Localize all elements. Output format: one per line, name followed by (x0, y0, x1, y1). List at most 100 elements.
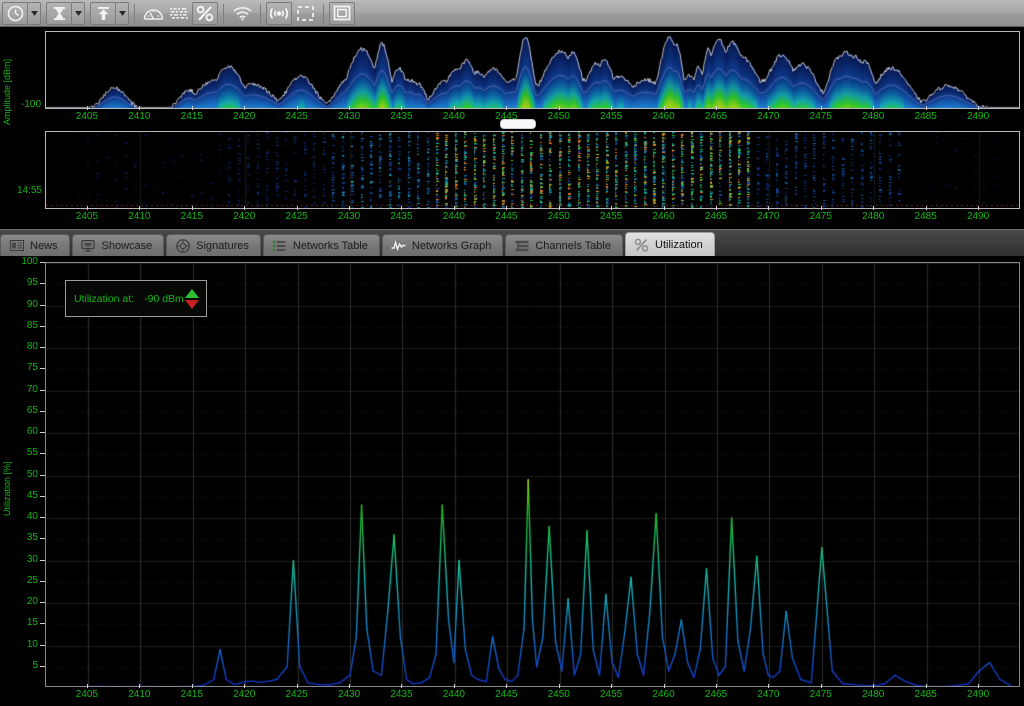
x-tick-label: 2465 (704, 689, 728, 700)
x-tick-label: 2425 (285, 689, 308, 700)
tab-label: Channels Table (535, 239, 611, 252)
y-tick-label: 50 (26, 468, 38, 480)
x-tick-label: 2410 (128, 689, 151, 700)
y-tick-mark (40, 325, 45, 327)
window-icon-button[interactable] (329, 1, 355, 25)
percent-icon-button[interactable] (192, 1, 218, 25)
chevron-down-icon (30, 10, 38, 16)
x-tick-label: 2435 (390, 689, 413, 700)
y-tick-label: 80 (26, 341, 38, 352)
x-tick-mark (611, 684, 613, 688)
toolbar-separator (223, 3, 224, 23)
x-tick-mark (611, 106, 613, 110)
utilization-legend-label: Utilization at: (74, 292, 135, 305)
x-tick-mark (873, 206, 875, 210)
x-tick-mark (453, 684, 455, 688)
hourglass-icon (53, 6, 65, 20)
y-tick-mark (40, 623, 45, 625)
x-tick-mark (925, 206, 927, 210)
x-tick-label: 2455 (600, 111, 623, 122)
utilization-panel: Utilization [%] 5 10 15 20 25 30 35 40 45 50 55 60 6… (0, 256, 1024, 706)
x-tick-label: 2430 (337, 111, 361, 122)
x-tick-mark (401, 206, 403, 210)
y-tick-mark (40, 602, 45, 603)
x-tick-label: 2480 (862, 111, 885, 122)
x-tick-mark (663, 206, 665, 210)
x-tick-label: 2475 (809, 111, 832, 122)
y-tick-mark (40, 665, 45, 667)
y-tick-label: 100 (21, 256, 38, 267)
tab-signatures[interactable]: Signatures (166, 234, 261, 256)
utilization-stepper[interactable] (185, 288, 199, 309)
utilization-legend-box[interactable]: Utilization at: -90 dBm (65, 280, 207, 317)
x-tick-mark (244, 106, 246, 110)
selection-icon-button[interactable] (292, 2, 318, 25)
showcase-icon (81, 239, 96, 252)
x-tick-mark (401, 106, 403, 110)
x-tick-mark (611, 206, 613, 210)
x-tick-label: 2430 (337, 211, 361, 222)
increase-threshold-icon[interactable] (185, 288, 199, 298)
x-tick-label: 2455 (600, 211, 623, 222)
clock-icon-button[interactable] (2, 1, 28, 25)
x-tick-mark (506, 206, 508, 210)
upload-arrow-icon-button[interactable] (90, 1, 116, 25)
toolbar-separator (260, 3, 261, 23)
x-tick-mark (86, 106, 88, 110)
decrease-threshold-icon[interactable] (185, 299, 199, 309)
utilization-plot-area[interactable] (45, 262, 1020, 687)
x-tick-mark (925, 106, 927, 110)
x-tick-mark (349, 684, 351, 688)
upload-dropdown-button[interactable] (116, 1, 129, 25)
x-tick-mark (296, 106, 298, 110)
y-tick-label: 85 (26, 319, 38, 331)
x-tick-mark (453, 106, 455, 110)
wifi-icon-button[interactable] (229, 2, 255, 25)
y-tick-mark (40, 389, 45, 391)
x-tick-mark (139, 206, 141, 210)
x-tick-mark (86, 206, 88, 210)
waterfall-plot-area[interactable] (45, 131, 1020, 209)
tab-news[interactable]: News (0, 234, 70, 256)
x-tick-label: 2480 (862, 689, 885, 700)
y-tick-label: 15 (26, 617, 38, 629)
utilization-legend-value: -90 dBm (144, 292, 184, 305)
x-tick-label: 2425 (285, 211, 308, 222)
spectrum-plot-area[interactable] (45, 31, 1020, 109)
x-tick-mark (768, 206, 770, 210)
tab-showcase[interactable]: Showcase (71, 234, 165, 256)
x-tick-label: 2435 (390, 111, 413, 122)
tab-label: Showcase (101, 239, 153, 252)
utilization-canvas (46, 263, 1019, 686)
y-tick-label: 40 (26, 511, 38, 522)
x-tick-mark (401, 684, 403, 688)
selection-icon (296, 5, 314, 21)
networks-graph-icon (391, 239, 406, 252)
x-tick-mark (453, 206, 455, 210)
percent-icon (196, 5, 214, 21)
x-tick-label: 2415 (180, 689, 203, 700)
waterfall-icon-button[interactable] (166, 2, 192, 25)
x-tick-mark (873, 106, 875, 110)
hourglass-dropdown-button[interactable] (72, 1, 85, 25)
tab-networks-table[interactable]: Networks Table (262, 234, 380, 256)
spectrum-canvas (46, 32, 1019, 108)
tab-channels-table[interactable]: Channels Table (505, 234, 623, 256)
y-tick-label: 25 (26, 574, 38, 586)
y-tick-label: 10 (26, 638, 38, 650)
tab-utilization[interactable]: Utilization (625, 232, 715, 256)
x-tick-label: 2450 (547, 689, 570, 700)
clock-dropdown-button[interactable] (28, 1, 41, 25)
frequency-slider-handle[interactable] (500, 119, 536, 129)
signal-icon-button[interactable] (266, 1, 292, 25)
y-tick-mark (40, 368, 45, 370)
hourglass-icon-button[interactable] (46, 1, 72, 25)
networks-table-icon (272, 239, 287, 252)
x-tick-label: 2445 (495, 689, 518, 700)
x-tick-label: 2485 (914, 689, 937, 700)
tab-networks-graph[interactable]: Networks Graph (381, 234, 504, 256)
y-tick-label: 30 (26, 553, 38, 565)
gauge-icon-button[interactable] (140, 2, 166, 25)
signal-icon (270, 7, 288, 19)
x-tick-label: 2490 (966, 211, 990, 222)
